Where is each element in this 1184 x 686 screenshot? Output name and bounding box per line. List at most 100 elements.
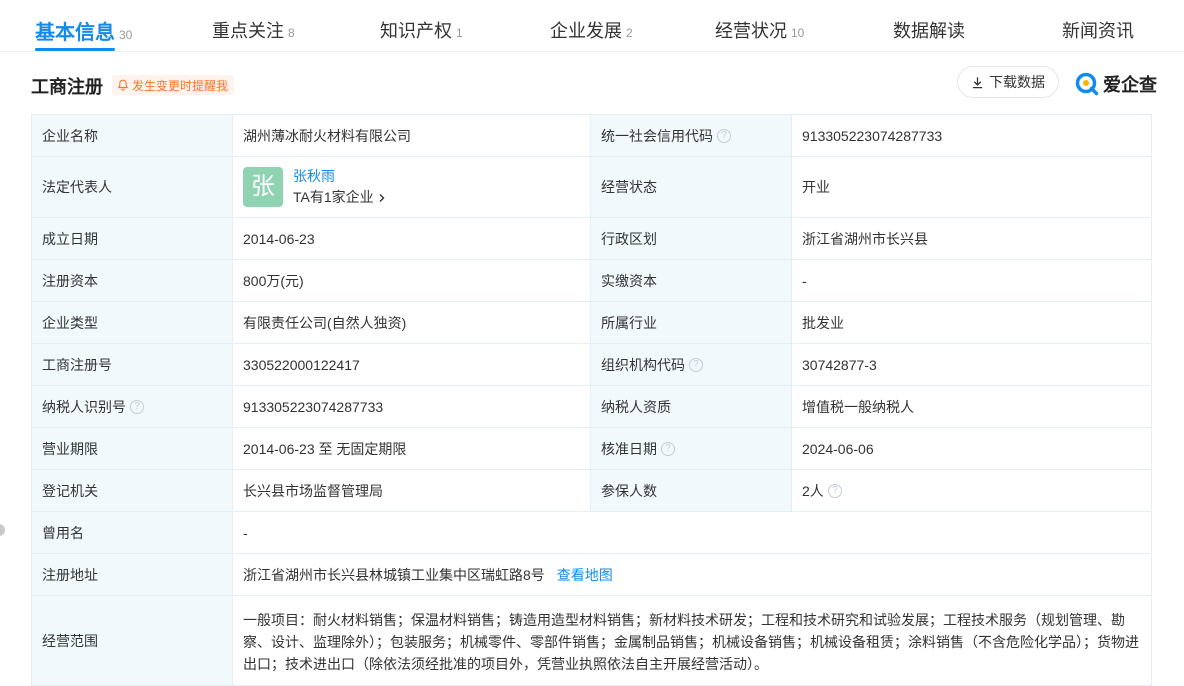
field-label: 经营范围 [31,595,233,686]
insured-cell: 2人? [791,469,1152,512]
table-row: 法定代表人 张 张秋雨 TA有1家企业 经营状态 开业 [31,156,1152,218]
tab-count: 10 [791,26,805,40]
field-label: 工商注册号 [31,343,233,386]
avatar[interactable]: 张 [243,167,283,207]
download-data-button[interactable]: 下载数据 [957,66,1059,98]
tab-count: 30 [119,28,133,42]
field-label: 所属行业 [590,301,792,344]
address-cell: 浙江省湖州市长兴县林城镇工业集中区瑞虹路8号 查看地图 [232,553,1152,596]
table-row: 营业期限 2014-06-23 至 无固定期限 核准日期? 2024-06-06 [31,427,1152,470]
region-value: 浙江省湖州市长兴县 [791,217,1152,260]
field-label: 组织机构代码? [590,343,792,386]
table-row: 注册资本 800万(元) 实缴资本 - [31,259,1152,302]
chevron-right-icon [379,193,385,202]
table-row: 成立日期 2014-06-23 行政区划 浙江省湖州市长兴县 [31,217,1152,260]
field-label: 行政区划 [590,217,792,260]
tab-operations[interactable]: 经营状况 10 [715,17,804,43]
tab-count: 2 [626,26,633,40]
view-map-link[interactable]: 查看地图 [557,567,613,583]
change-alert-label: 发生变更时提醒我 [132,78,229,93]
tab-label: 重点关注 [212,21,284,41]
table-row: 企业名称 湖州薄冰耐火材料有限公司 统一社会信用代码? 913305223074… [31,114,1152,157]
paid-capital-value: - [791,259,1152,302]
field-label: 登记机关 [31,469,233,512]
address-value: 浙江省湖州市长兴县林城镇工业集中区瑞虹路8号 [243,566,545,583]
business-registration-table: 企业名称 湖州薄冰耐火材料有限公司 统一社会信用代码? 913305223074… [31,114,1152,686]
tab-label: 企业发展 [550,21,622,41]
legal-rep-cell: 张 张秋雨 TA有1家企业 [232,156,591,218]
related-companies-label: TA有1家企业 [293,189,374,205]
taxpayer-type-value: 增值税一般纳税人 [791,385,1152,428]
term-value: 2014-06-23 至 无固定期限 [232,427,591,470]
tab-count: 1 [456,26,463,40]
help-icon[interactable]: ? [130,399,144,414]
change-alert-button[interactable]: 发生变更时提醒我 [112,75,235,95]
tab-label: 数据解读 [893,21,965,41]
side-handle[interactable] [0,524,5,536]
tab-bar: 基本信息 30 重点关注 8 知识产权 1 企业发展 2 经营状况 10 数据解读 新闻资… [0,0,1184,52]
tab-key-focus[interactable]: 重点关注 8 [212,17,295,43]
tab-label: 知识产权 [380,21,452,41]
status-value: 开业 [791,156,1152,218]
org-code-label: 组织机构代码 [601,356,685,373]
field-label: 曾用名 [31,511,233,554]
field-label: 纳税人识别号? [31,385,233,428]
taxpayer-id-label: 纳税人识别号 [42,398,126,415]
company-name-value: 湖州薄冰耐火材料有限公司 [232,114,591,157]
business-scope-value: 一般项目：耐火材料销售；保温材料销售；铸造用造型材料销售；新材料技术研发；工程和… [232,595,1152,686]
field-label: 参保人数 [590,469,792,512]
reg-capital-value: 800万(元) [232,259,591,302]
field-label: 成立日期 [31,217,233,260]
tab-label: 经营状况 [715,21,787,41]
active-tab-indicator [35,48,115,51]
company-type-value: 有限责任公司(自然人独资) [232,301,591,344]
tab-basic-info[interactable]: 基本信息 30 [35,16,132,45]
legal-rep-name-link[interactable]: 张秋雨 [293,166,386,187]
tab-ip[interactable]: 知识产权 1 [380,17,463,43]
org-code-value: 30742877-3 [791,343,1152,386]
table-row: 经营范围 一般项目：耐火材料销售；保温材料销售；铸造用造型材料销售；新材料技术研… [31,595,1152,686]
approval-date-label: 核准日期 [601,440,657,457]
credit-code-value: 913305223074287733 [791,114,1152,157]
field-label: 纳税人资质 [590,385,792,428]
tab-label: 新闻资讯 [1062,21,1134,41]
bell-icon [117,79,129,91]
tab-news[interactable]: 新闻资讯 [1062,17,1134,43]
field-label: 注册地址 [31,553,233,596]
field-label: 经营状态 [590,156,792,218]
table-row: 工商注册号 330522000122417 组织机构代码? 30742877-3 [31,343,1152,386]
section-title: 工商注册 [31,77,103,97]
brand-name: 爱企查 [1103,75,1157,95]
field-label: 企业类型 [31,301,233,344]
field-label: 注册资本 [31,259,233,302]
authority-value: 长兴县市场监督管理局 [232,469,591,512]
download-icon [972,76,983,88]
related-companies-link[interactable]: TA有1家企业 [293,187,386,208]
brand-logo-icon [1075,72,1099,96]
field-label: 营业期限 [31,427,233,470]
help-icon[interactable]: ? [827,483,842,498]
help-icon[interactable]: ? [689,357,703,372]
tab-data-analysis[interactable]: 数据解读 [893,17,965,43]
reg-no-value: 330522000122417 [232,343,591,386]
table-row: 登记机关 长兴县市场监督管理局 参保人数 2人? [31,469,1152,512]
credit-code-label: 统一社会信用代码 [601,127,713,144]
table-row: 纳税人识别号? 913305223074287733 纳税人资质 增值税一般纳税… [31,385,1152,428]
table-row: 企业类型 有限责任公司(自然人独资) 所属行业 批发业 [31,301,1152,344]
table-row: 曾用名 - [31,511,1152,554]
tab-development[interactable]: 企业发展 2 [550,17,633,43]
brand-logo: 爱企查 [1075,71,1157,97]
help-icon[interactable]: ? [661,441,675,456]
tab-label: 基本信息 [35,22,115,44]
field-label: 核准日期? [590,427,792,470]
download-label: 下载数据 [989,74,1045,90]
field-label: 企业名称 [31,114,233,157]
table-row: 注册地址 浙江省湖州市长兴县林城镇工业集中区瑞虹路8号 查看地图 [31,553,1152,596]
field-label: 统一社会信用代码? [590,114,792,157]
founded-value: 2014-06-23 [232,217,591,260]
field-label: 实缴资本 [590,259,792,302]
former-name-value: - [232,511,1152,554]
insured-value: 2人 [802,482,824,499]
help-icon[interactable]: ? [717,128,731,143]
taxpayer-id-value: 913305223074287733 [232,385,591,428]
